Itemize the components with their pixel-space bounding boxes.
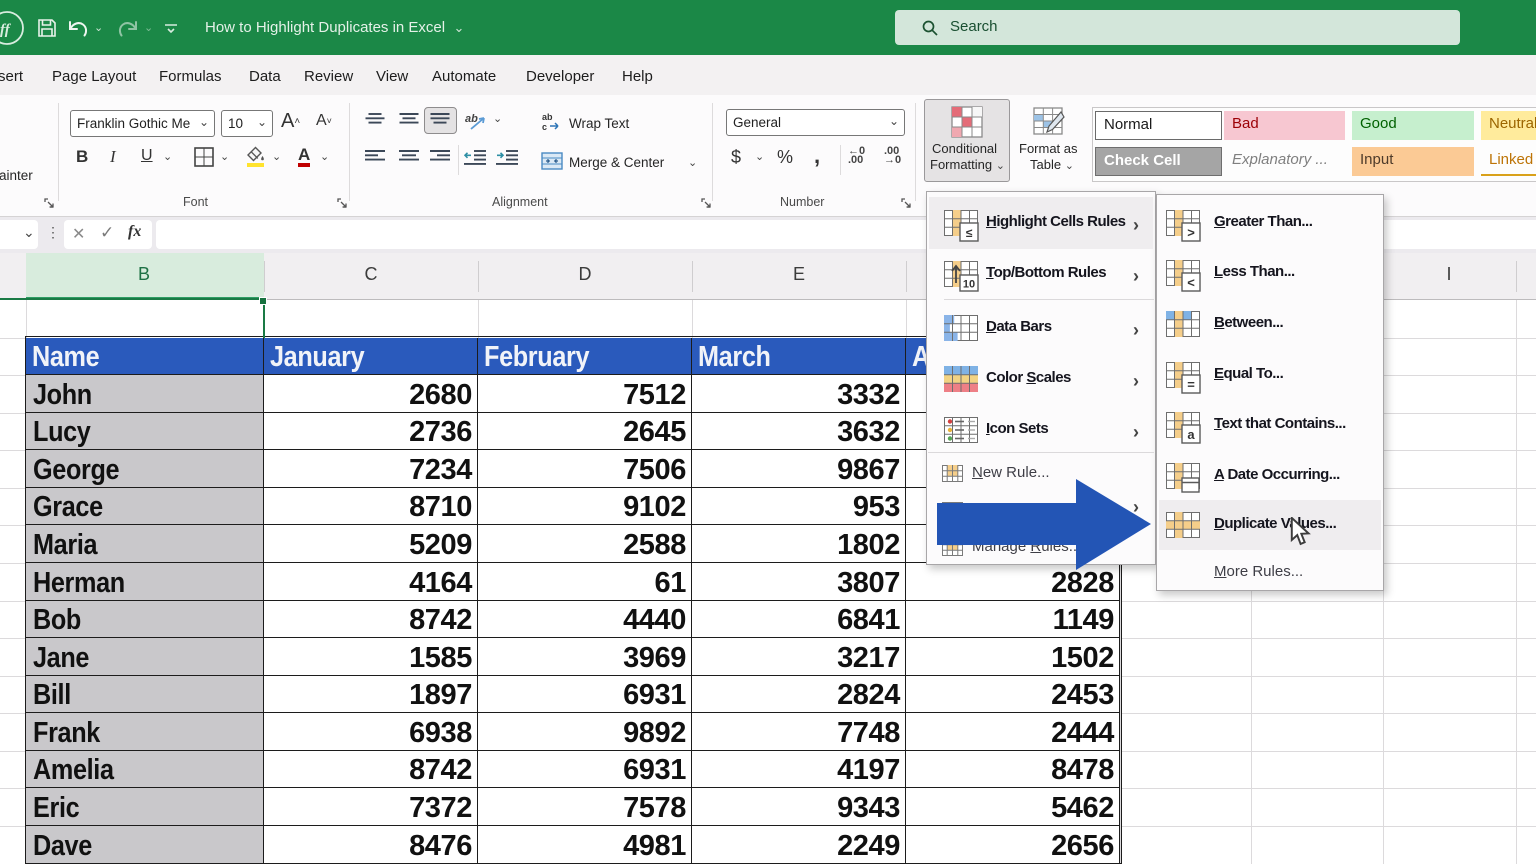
- svg-text:≤: ≤: [966, 226, 973, 240]
- svg-text:<: <: [1187, 275, 1195, 290]
- svg-text:ff: ff: [0, 22, 12, 38]
- svg-text:ab: ab: [465, 113, 478, 125]
- svg-text:a: a: [1187, 427, 1195, 442]
- svg-text:>: >: [1187, 225, 1195, 240]
- svg-text:10: 10: [963, 279, 975, 291]
- svg-text:ab: ab: [542, 112, 553, 122]
- svg-text:c: c: [542, 122, 547, 132]
- svg-text:=: =: [1187, 377, 1195, 392]
